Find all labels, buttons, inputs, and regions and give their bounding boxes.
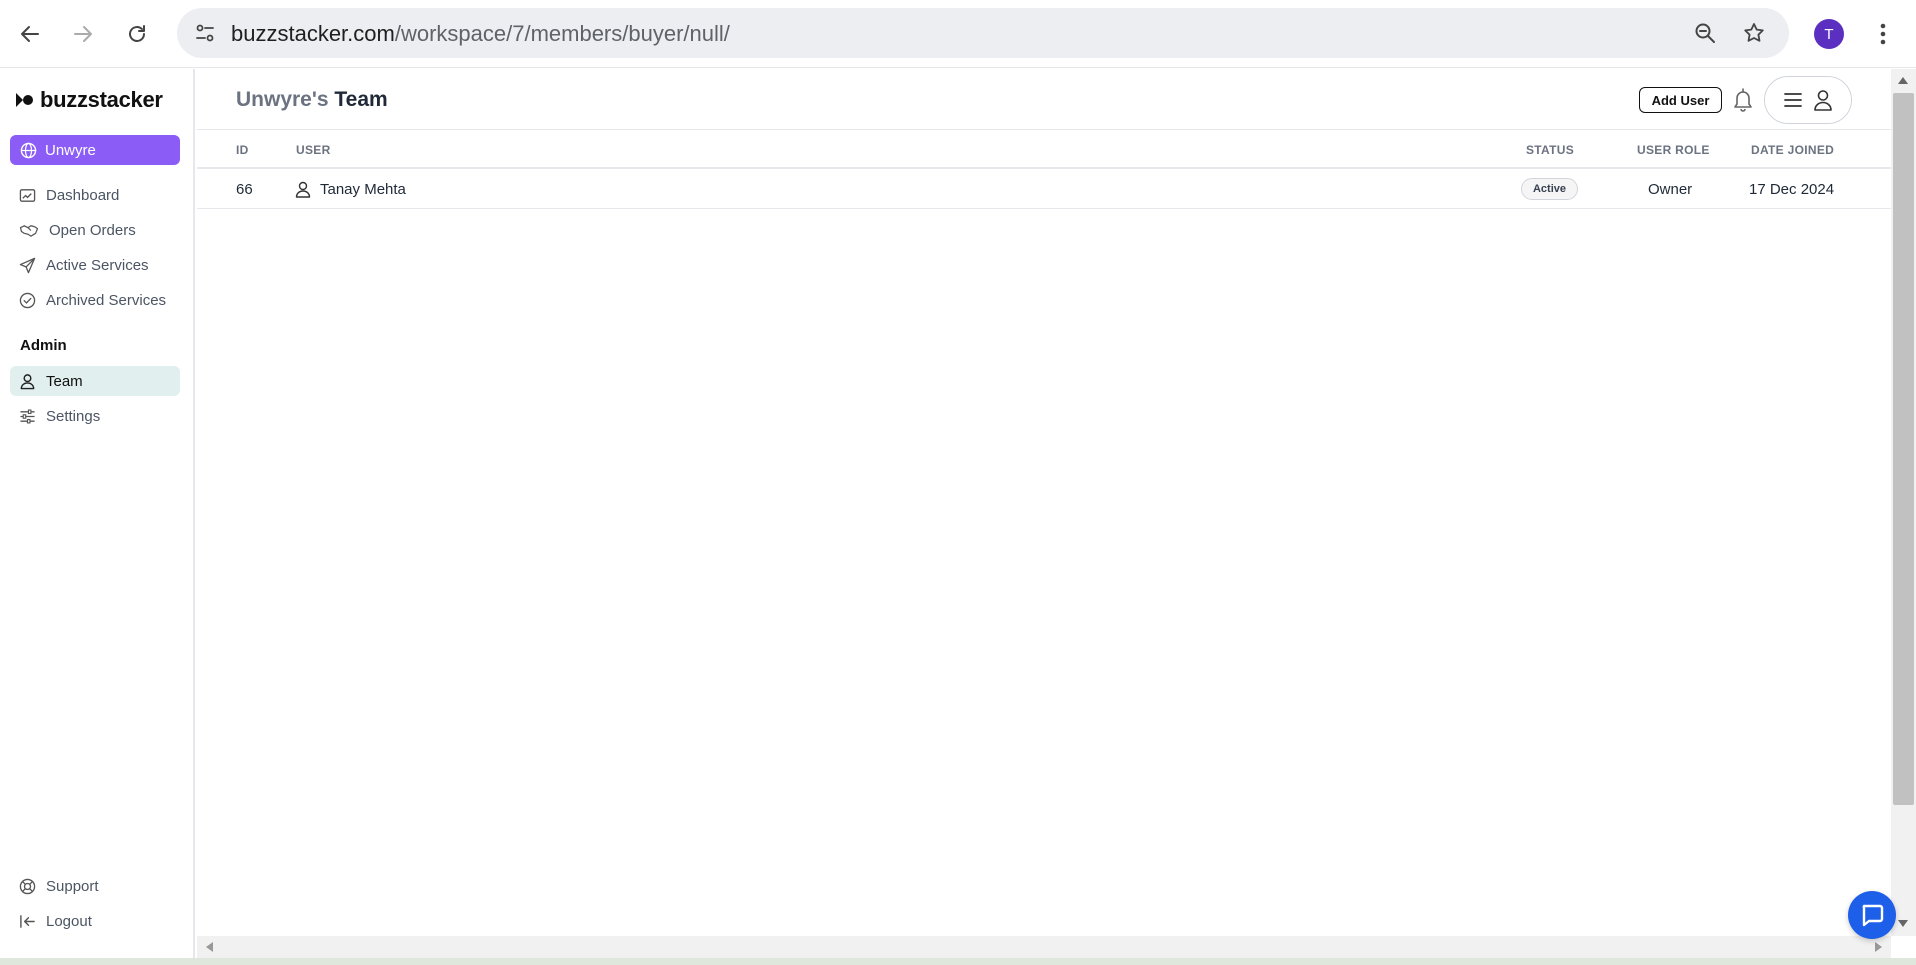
vertical-scrollbar[interactable] <box>1891 69 1916 936</box>
sliders-icon <box>20 409 35 423</box>
table-row[interactable]: 66 Tanay Mehta Active Owner 17 Dec 2024 <box>197 170 1891 209</box>
user-icon <box>295 181 311 198</box>
lifebuoy-icon <box>19 878 36 894</box>
cell-user-role: Owner <box>1648 181 1693 198</box>
buzzstacker-logo-icon <box>16 93 33 107</box>
site-info-icon[interactable] <box>190 18 220 48</box>
window-bottom-edge <box>0 958 1916 965</box>
column-header-status[interactable]: STATUS <box>1526 143 1574 157</box>
scroll-up-arrow-icon[interactable] <box>1898 77 1908 84</box>
table-header: ID USER STATUS USER ROLE DATE JOINED <box>197 130 1891 169</box>
reload-button[interactable] <box>117 14 157 54</box>
sidebar-item-archived-services[interactable]: Archived Services <box>10 285 180 315</box>
check-circle-icon <box>19 292 36 308</box>
cell-id: 66 <box>236 181 253 198</box>
chat-bubble-icon <box>1862 904 1884 927</box>
vertical-scrollbar-thumb[interactable] <box>1893 93 1914 805</box>
notifications-bell-icon[interactable] <box>1729 86 1757 114</box>
profile-avatar[interactable]: T <box>1814 19 1844 49</box>
sidebar-item-active-services[interactable]: Active Services <box>10 250 180 280</box>
workspace-name: Unwyre <box>45 141 96 159</box>
user-icon <box>1814 90 1832 111</box>
admin-section-label: Admin <box>20 337 67 354</box>
page-title-workspace: Unwyre's <box>236 88 329 111</box>
account-menu-button[interactable] <box>1764 76 1852 124</box>
brand-name: buzzstacker <box>40 87 163 112</box>
brand-logo[interactable]: buzzstacker <box>14 87 163 113</box>
main-content: Unwyre's Team Add User ID USER STATUS US… <box>197 69 1891 936</box>
sidebar-item-open-orders[interactable]: Open Orders <box>10 215 180 245</box>
column-header-date-joined[interactable]: DATE JOINED <box>1751 143 1834 157</box>
horizontal-scrollbar[interactable] <box>197 936 1891 958</box>
sidebar-item-label: Logout <box>46 912 92 930</box>
bookmark-star-icon[interactable] <box>1739 18 1769 48</box>
sidebar-item-team[interactable]: Team <box>10 366 180 396</box>
zoom-icon[interactable] <box>1690 18 1720 48</box>
scroll-left-arrow-icon[interactable] <box>206 942 213 952</box>
sidebar-item-label: Support <box>46 877 99 895</box>
logout-icon <box>20 914 35 928</box>
browser-toolbar: buzzstacker.com/workspace/7/members/buye… <box>0 0 1916 68</box>
sidebar-item-label: Team <box>46 372 83 390</box>
sidebar-item-label: Open Orders <box>49 221 136 239</box>
add-user-button[interactable]: Add User <box>1639 87 1722 113</box>
chat-widget-button[interactable] <box>1848 891 1896 939</box>
handshake-icon <box>19 224 39 237</box>
address-bar[interactable]: buzzstacker.com/workspace/7/members/buye… <box>177 8 1789 58</box>
scroll-down-arrow-icon[interactable] <box>1898 920 1908 927</box>
browser-menu-icon[interactable] <box>1868 19 1898 49</box>
sidebar-item-settings[interactable]: Settings <box>10 401 180 431</box>
status-badge: Active <box>1521 178 1578 200</box>
sidebar-item-logout[interactable]: Logout <box>10 906 180 936</box>
column-header-id[interactable]: ID <box>236 143 249 157</box>
sidebar: buzzstacker Unwyre Dashboard Open Orders… <box>0 69 195 959</box>
back-button[interactable] <box>10 14 50 54</box>
hamburger-icon <box>1784 93 1802 107</box>
cell-date-joined: 17 Dec 2024 <box>1749 181 1835 198</box>
sidebar-item-support[interactable]: Support <box>10 871 180 901</box>
column-header-user-role[interactable]: USER ROLE <box>1637 143 1710 157</box>
sidebar-item-label: Settings <box>46 407 101 425</box>
sidebar-item-dashboard[interactable]: Dashboard <box>10 180 180 210</box>
arrow-right-icon <box>74 26 92 42</box>
column-header-user[interactable]: USER <box>296 143 331 157</box>
sidebar-item-label: Active Services <box>46 256 149 274</box>
reload-icon <box>129 25 145 42</box>
sidebar-item-label: Archived Services <box>46 291 167 309</box>
globe-icon <box>20 142 37 158</box>
user-icon <box>20 373 35 389</box>
dashboard-icon <box>19 188 36 202</box>
paper-plane-icon <box>19 257 36 273</box>
workspace-selector[interactable]: Unwyre <box>10 135 180 165</box>
page-title: Unwyre's Team <box>236 88 388 112</box>
url-text: buzzstacker.com/workspace/7/members/buye… <box>231 21 730 46</box>
arrow-left-icon <box>21 26 39 42</box>
page-title-name: Team <box>334 88 388 111</box>
scroll-right-arrow-icon[interactable] <box>1875 942 1882 952</box>
forward-button[interactable] <box>63 14 103 54</box>
sidebar-item-label: Dashboard <box>46 186 120 204</box>
cell-user-name[interactable]: Tanay Mehta <box>320 181 406 198</box>
